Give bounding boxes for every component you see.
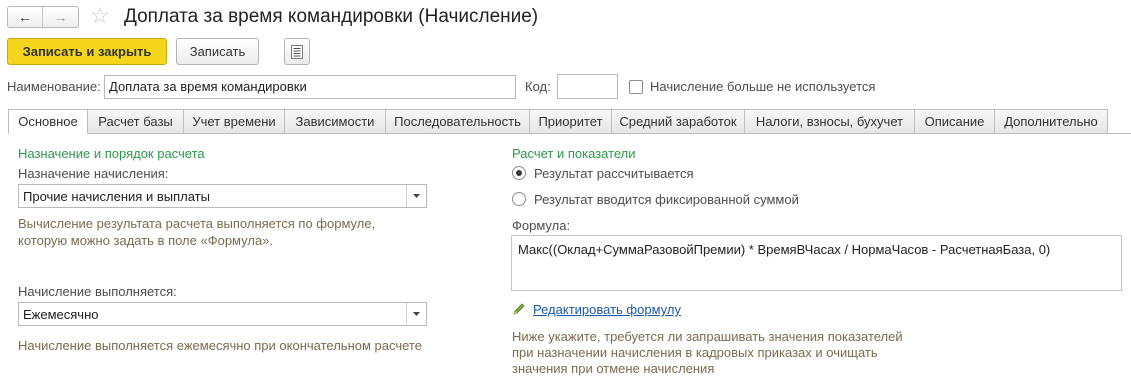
- tab-additional[interactable]: Дополнительно: [995, 109, 1108, 134]
- radio-calculated[interactable]: [512, 166, 526, 180]
- schedule-label: Начисление выполняется:: [18, 284, 177, 299]
- forward-arrow-icon[interactable]: →: [43, 7, 78, 27]
- purpose-select-value: Прочие начисления и выплаты: [23, 189, 210, 204]
- save-and-close-button[interactable]: Записать и закрыть: [7, 38, 167, 65]
- formula-field[interactable]: Макс((Оклад+СуммаРазовойПремии) * ВремяВ…: [511, 235, 1122, 291]
- tab-priority[interactable]: Приоритет: [530, 109, 612, 134]
- formula-label: Формула:: [512, 218, 571, 233]
- code-label: Код:: [525, 79, 551, 94]
- purpose-label: Назначение начисления:: [18, 166, 169, 181]
- tab-dependencies[interactable]: Зависимости: [285, 109, 386, 134]
- radio-calculated-label: Результат рассчитывается: [534, 166, 694, 181]
- tab-description[interactable]: Описание: [915, 109, 995, 134]
- radio-fixed-label: Результат вводится фиксированной суммой: [534, 192, 799, 207]
- radio-selected-dot: [516, 170, 522, 176]
- tab-sequence[interactable]: Последовательность: [386, 109, 530, 134]
- page-title: Доплата за время командировки (Начислени…: [124, 6, 539, 27]
- schedule-hint: Начисление выполняется ежемесячно при ок…: [18, 338, 422, 353]
- purpose-select[interactable]: Прочие начисления и выплаты: [18, 184, 427, 208]
- tab-average-earnings[interactable]: Средний заработок: [612, 109, 745, 134]
- unused-checkbox[interactable]: [629, 80, 643, 94]
- schedule-select-value: Ежемесячно: [23, 307, 99, 322]
- purpose-hint-line-1: Вычисление результата расчета выполняетс…: [18, 216, 376, 231]
- name-label: Наименование:: [7, 79, 101, 94]
- tab-base-calculation[interactable]: Расчет базы: [88, 109, 184, 134]
- back-arrow-icon[interactable]: ←: [8, 7, 44, 27]
- left-section-title: Назначение и порядок расчета: [18, 146, 205, 161]
- dropdown-arrow-icon[interactable]: [406, 185, 426, 207]
- purpose-hint-line-2: которую можно задать в поле «Формула».: [18, 233, 274, 248]
- name-input[interactable]: Доплата за время командировки: [104, 75, 516, 99]
- save-button[interactable]: Записать: [176, 38, 259, 65]
- schedule-select[interactable]: Ежемесячно: [18, 302, 427, 326]
- unused-checkbox-label: Начисление больше не используется: [650, 79, 876, 94]
- tab-taxes[interactable]: Налоги, взносы, бухучет: [745, 109, 915, 134]
- indicators-hint-line-2: при назначении начисления в кадровых при…: [512, 345, 878, 360]
- tab-time-tracking[interactable]: Учет времени: [184, 109, 285, 134]
- tab-bar: Основное Расчет базы Учет времени Зависи…: [8, 109, 1108, 134]
- pencil-icon: [512, 302, 526, 316]
- right-section-title: Расчет и показатели: [512, 146, 636, 161]
- dropdown-arrow-icon[interactable]: [406, 303, 426, 325]
- indicators-hint-line-1: Ниже укажите, требуется ли запрашивать з…: [512, 329, 903, 344]
- code-input[interactable]: [557, 74, 618, 99]
- navigation-buttons: ← →: [7, 6, 79, 28]
- list-icon[interactable]: [284, 38, 310, 65]
- indicators-hint-line-3: значения при отмене начисления: [512, 361, 715, 376]
- tab-main[interactable]: Основное: [8, 109, 88, 134]
- radio-fixed[interactable]: [512, 192, 526, 206]
- star-icon[interactable]: ☆: [90, 3, 110, 29]
- edit-formula-link[interactable]: Редактировать формулу: [533, 302, 681, 317]
